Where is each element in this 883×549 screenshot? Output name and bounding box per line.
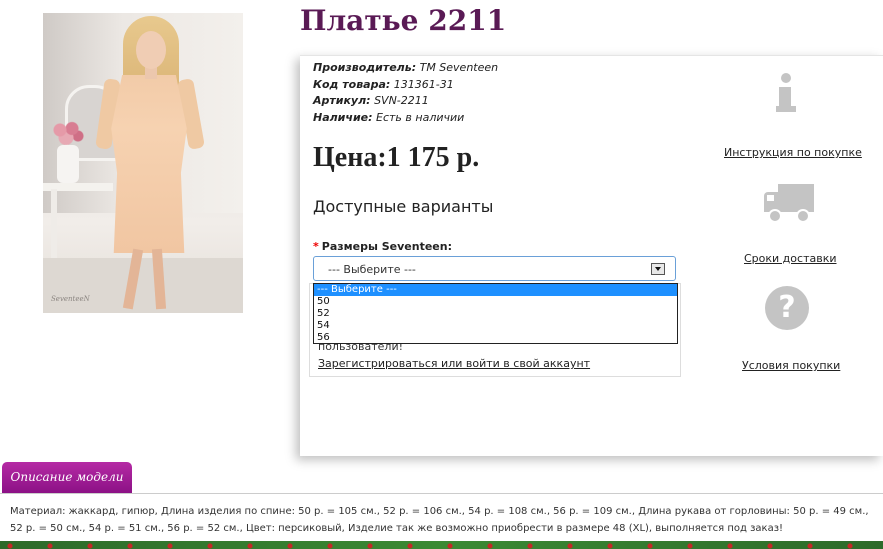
manufacturer-row: Производитель: ТМ Seventeen [313, 60, 498, 77]
model-face [136, 31, 166, 69]
photo-flowers [48, 118, 88, 148]
manufacturer-value[interactable]: ТМ Seventeen [420, 61, 499, 74]
delivery-link[interactable]: Сроки доставки [744, 252, 837, 265]
code-value: 131361-31 [393, 77, 454, 91]
question-icon[interactable]: ? [765, 286, 809, 330]
photo-vase [57, 145, 79, 183]
article-label: Артикул: [313, 94, 371, 107]
description-text: Материал: жаккард, гипюр, Длина изделия … [10, 506, 869, 534]
stock-row: Наличие: Есть в наличии [313, 110, 498, 127]
stock-value: Есть в наличии [376, 110, 465, 124]
register-login-link[interactable]: Зарегистрироваться или войти в свой акка… [318, 357, 590, 370]
required-mark: * [313, 240, 319, 253]
code-row: Код товара: 131361-31 [313, 77, 498, 94]
size-option[interactable]: 56 [314, 332, 677, 344]
chevron-down-icon[interactable] [651, 263, 665, 275]
instruction-block: Инструкция по покупке [724, 146, 862, 159]
info-icon-dot [781, 73, 791, 83]
truck-icon-wheel [768, 209, 782, 223]
info-icon[interactable] [775, 73, 797, 113]
truck-icon-window [767, 195, 774, 201]
code-label: Код товара: [313, 77, 391, 91]
product-meta: Производитель: ТМ Seventeen Код товара: … [313, 60, 498, 126]
truck-icon-box [778, 184, 814, 212]
truck-icon[interactable] [764, 184, 814, 223]
size-select-value: --- Выберите --- [328, 263, 416, 276]
terms-block: Условия покупки [742, 359, 840, 372]
article-row: Артикул: SVN-2211 [313, 93, 498, 110]
size-label-text: Размеры Seventeen: [321, 240, 452, 253]
product-title: Платье 2211 [300, 4, 507, 37]
photo-signature: SeventeeN [51, 295, 90, 303]
product-price: Цена:1 175 р. [313, 142, 480, 173]
model-dress [111, 75, 187, 253]
size-option[interactable]: --- Выберите --- [314, 284, 677, 296]
size-option[interactable]: 50 [314, 296, 677, 308]
terms-link[interactable]: Условия покупки [742, 359, 840, 372]
variants-heading: Доступные варианты [313, 197, 494, 216]
delivery-block: Сроки доставки [744, 252, 837, 265]
stock-label: Наличие: [313, 110, 373, 124]
instruction-link[interactable]: Инструкция по покупке [724, 146, 862, 159]
size-label: * Размеры Seventeen: [313, 240, 452, 253]
size-option[interactable]: 54 [314, 320, 677, 332]
size-select[interactable]: --- Выберите --- [313, 256, 676, 281]
article-value: SVN-2211 [374, 94, 429, 107]
photo-floor [43, 258, 243, 313]
manufacturer-label: Производитель: [313, 61, 417, 74]
info-icon-base [776, 106, 796, 112]
size-option[interactable]: 52 [314, 308, 677, 320]
product-photo[interactable]: SeventeeN [43, 13, 243, 313]
truck-icon-wheel [796, 209, 810, 223]
size-dropdown-list[interactable]: --- Выберите --- 50 52 54 56 [313, 283, 678, 344]
holiday-garland [0, 541, 883, 549]
tab-description[interactable]: Описание модели [2, 462, 132, 493]
